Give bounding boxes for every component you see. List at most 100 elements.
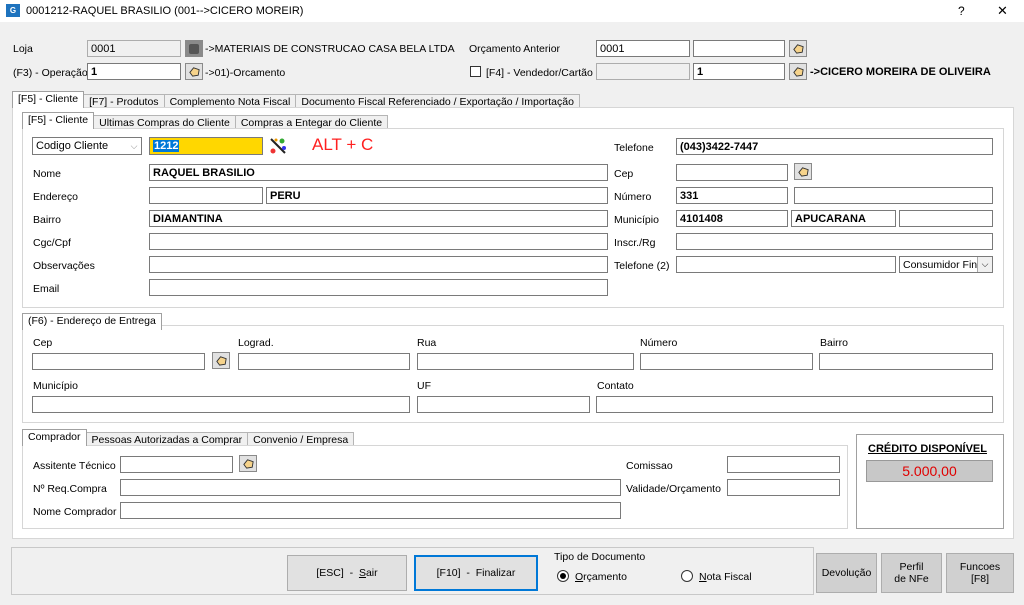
tab-ultimas-compras[interactable]: Ultimas Compras do Cliente	[93, 115, 236, 129]
entrega-cep-lookup-button[interactable]	[212, 352, 230, 369]
endereco-tipo-field[interactable]	[149, 187, 263, 204]
obs-label: Observações	[33, 260, 95, 272]
tab-cliente-inner[interactable]: [F5] - Cliente	[22, 112, 95, 129]
orcamento-key: O	[575, 571, 584, 583]
endereco-field[interactable]: PERU	[266, 187, 608, 204]
search-value-field[interactable]: 1212	[149, 137, 263, 155]
funcoes-button[interactable]: Funcoes [F8]	[946, 553, 1014, 593]
loja-lookup-button[interactable]	[185, 40, 203, 57]
loja-field[interactable]: 0001	[87, 40, 181, 57]
entrega-bairro-field[interactable]	[819, 353, 993, 370]
vendedor-card-field[interactable]	[596, 63, 690, 80]
tab-produtos[interactable]: [F7] - Produtos	[83, 94, 165, 108]
municipio-field[interactable]: APUCARANA	[791, 210, 896, 227]
entrega-bairro-label: Bairro	[820, 337, 849, 349]
cep-field[interactable]	[676, 164, 788, 181]
credito-value: 5.000,00	[902, 463, 957, 479]
entrega-rua-label: Rua	[417, 337, 437, 349]
perfil-nfe-button[interactable]: Perfil de NFe	[881, 553, 942, 593]
chevron-down-icon: ⌵	[130, 141, 138, 151]
close-button[interactable]: ✕	[997, 3, 1008, 19]
nota-key: N	[699, 571, 707, 583]
tab-pessoas-autorizadas[interactable]: Pessoas Autorizadas a Comprar	[85, 432, 249, 446]
nome-comprador-label: Nome Comprador	[33, 506, 117, 518]
comprador-tabs: Comprador Pessoas Autorizadas a Comprar …	[22, 429, 355, 446]
entrega-municipio-field[interactable]	[32, 396, 410, 413]
tab-entrega[interactable]: (F6) - Endereço de Entrega	[22, 313, 162, 330]
entrega-lograd-field[interactable]	[238, 353, 410, 370]
nota-rest: ota Fiscal	[706, 571, 752, 583]
cep-label: Cep	[614, 168, 634, 180]
numero-field[interactable]: 331	[676, 187, 788, 204]
vendedor-lookup-button[interactable]	[789, 63, 807, 80]
finalizar-button[interactable]: [F10] - Finalizar	[414, 555, 538, 591]
orc-anterior-field[interactable]: 0001	[596, 40, 690, 57]
entrega-numero-label: Número	[640, 337, 678, 349]
vendedor-checkbox[interactable]	[470, 66, 481, 77]
entrega-uf-field[interactable]	[417, 396, 590, 413]
nota-fiscal-label: Nota Fiscal	[699, 571, 752, 583]
devolucao-button[interactable]: Devolução	[816, 553, 877, 593]
req-compra-field[interactable]	[120, 479, 621, 496]
entrega-contato-label: Contato	[597, 380, 634, 392]
nome-field[interactable]: RAQUEL BRASILIO	[149, 164, 608, 181]
search-type-select[interactable]: Codigo Cliente	[32, 137, 142, 155]
app-icon: G	[6, 4, 20, 17]
assistente-field[interactable]	[120, 456, 233, 473]
validade-field[interactable]	[727, 479, 840, 496]
tipo-consumidor-value: Consumidor Final	[903, 259, 986, 271]
orc-anterior-label: Orçamento Anterior	[469, 43, 561, 55]
entrega-cep-field[interactable]	[32, 353, 205, 370]
entrega-rua-field[interactable]	[417, 353, 634, 370]
assistente-lookup-button[interactable]	[239, 455, 257, 472]
cep-lookup-button[interactable]	[794, 163, 812, 180]
loja-label: Loja	[13, 43, 33, 55]
bairro-field[interactable]: DIAMANTINA	[149, 210, 608, 227]
help-button[interactable]: ?	[958, 4, 965, 18]
entrega-tabs: (F6) - Endereço de Entrega	[22, 313, 162, 330]
entrega-uf-label: UF	[417, 380, 431, 392]
tab-cliente[interactable]: [F5] - Cliente	[12, 91, 85, 108]
obs-field[interactable]	[149, 256, 608, 273]
tab-documento-fiscal[interactable]: Documento Fiscal Referenciado / Exportaç…	[295, 94, 580, 108]
hand-pointer-icon	[797, 167, 809, 177]
hand-pointer-icon	[792, 44, 804, 54]
orcamento-rest: rçamento	[583, 571, 627, 583]
funcoes-line2: [F8]	[970, 573, 990, 585]
tab-complemento-nf[interactable]: Complemento Nota Fiscal	[163, 94, 297, 108]
nome-comprador-field[interactable]	[120, 502, 621, 519]
comissao-field[interactable]	[727, 456, 840, 473]
email-label: Email	[33, 283, 60, 295]
sair-button[interactable]: [ESC] - Sair	[287, 555, 407, 591]
orc-anterior-lookup-button[interactable]	[789, 40, 807, 57]
inscr-label: Inscr./Rg	[614, 237, 656, 249]
nota-fiscal-radio[interactable]	[681, 570, 693, 582]
tab-comprador[interactable]: Comprador	[22, 429, 87, 446]
municipio-label: Município	[614, 214, 659, 226]
tab-convenio-empresa[interactable]: Convenio / Empresa	[247, 432, 355, 446]
orc-anterior-extra-field[interactable]	[693, 40, 785, 57]
telefone2-field[interactable]	[676, 256, 896, 273]
window-title: 0001212-RAQUEL BRASILIO (001-->CICERO MO…	[26, 5, 304, 17]
entrega-contato-field[interactable]	[596, 396, 993, 413]
credito-label: CRÉDITO DISPONÍVEL	[868, 443, 987, 455]
color-picker-icon[interactable]	[268, 136, 288, 156]
uf-field[interactable]	[899, 210, 993, 227]
orcamento-radio[interactable]	[557, 570, 569, 582]
entrega-numero-field[interactable]	[640, 353, 813, 370]
bairro-label: Bairro	[33, 214, 62, 226]
telefone-field[interactable]: (043)3422-7447	[676, 138, 993, 155]
vendedor-field[interactable]: 1	[693, 63, 785, 80]
cgc-field[interactable]	[149, 233, 608, 250]
tipo-documento-label: Tipo de Documento	[554, 551, 646, 563]
email-field[interactable]	[149, 279, 608, 296]
tab-compras-entregar[interactable]: Compras a Entegar do Cliente	[234, 115, 389, 129]
search-type-value: Codigo Cliente	[36, 140, 109, 152]
inscr-field[interactable]	[676, 233, 993, 250]
req-compra-label: Nº Req.Compra	[33, 483, 107, 495]
entrega-cep-label: Cep	[33, 337, 53, 349]
complemento-field[interactable]	[794, 187, 993, 204]
operacao-field[interactable]: 1	[87, 63, 181, 80]
municipio-cod-field[interactable]: 4101408	[676, 210, 788, 227]
operacao-lookup-button[interactable]	[185, 63, 203, 80]
